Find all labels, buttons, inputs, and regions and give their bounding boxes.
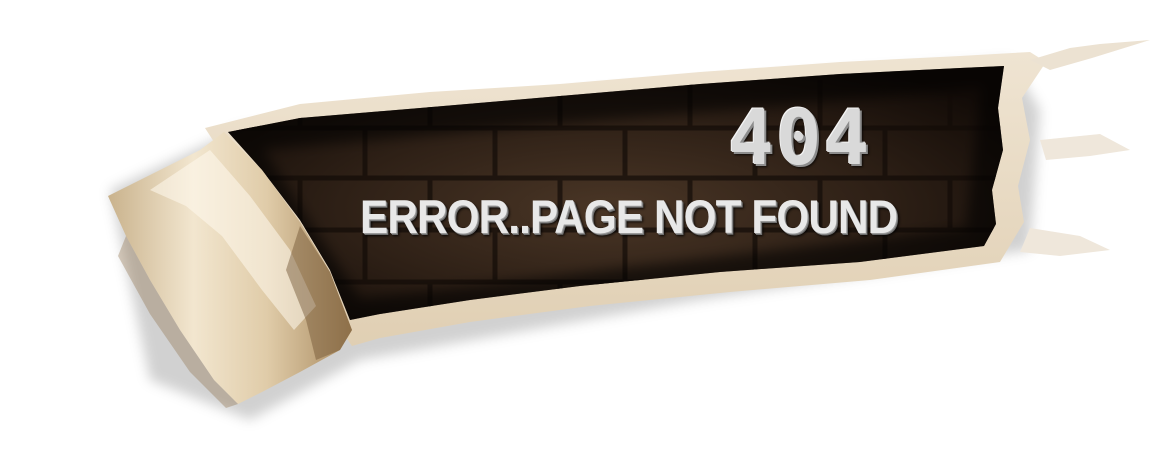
error-404-illustration: 404 ERROR..PAGE NOT FOUND — [0, 0, 1172, 458]
tear-shred — [1030, 40, 1150, 70]
error-code: 404 — [728, 93, 872, 182]
error-message: ERROR..PAGE NOT FOUND — [360, 190, 898, 243]
tear-shred — [1020, 228, 1110, 256]
tear-shred — [1040, 134, 1130, 160]
